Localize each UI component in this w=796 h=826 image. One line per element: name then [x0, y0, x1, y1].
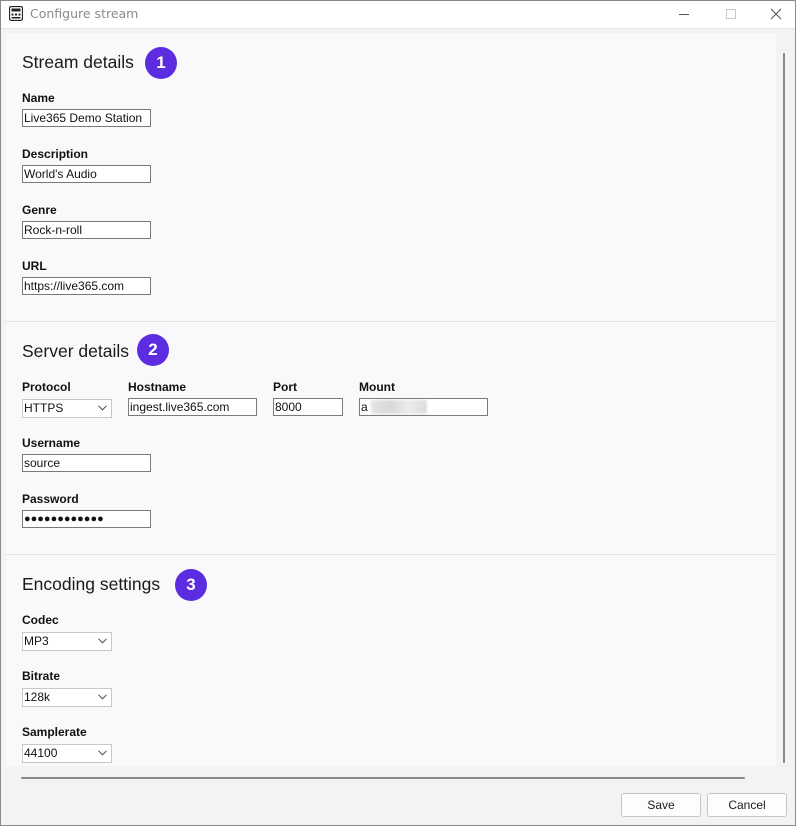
protocol-value: HTTPS	[24, 401, 64, 415]
port-input[interactable]: 8000	[273, 398, 343, 416]
url-input[interactable]: https://live365.com	[22, 277, 151, 295]
genre-label: Genre	[22, 203, 57, 217]
protocol-label: Protocol	[22, 380, 71, 394]
codec-label: Codec	[22, 613, 59, 627]
maximize-button[interactable]	[707, 1, 753, 28]
close-button[interactable]	[753, 1, 795, 28]
horizontal-scrollbar[interactable]	[6, 767, 776, 781]
horizontal-scrollbar-thumb[interactable]	[21, 777, 745, 779]
title-bar[interactable]: Configure stream	[1, 1, 795, 29]
encoding-settings-heading: Encoding settings	[22, 574, 161, 594]
samplerate-select[interactable]: 44100	[22, 744, 112, 763]
mount-value: a	[361, 400, 368, 414]
samplerate-label: Samplerate	[22, 725, 87, 739]
cancel-button[interactable]: Cancel	[707, 793, 787, 817]
protocol-select[interactable]: HTTPS	[22, 399, 112, 418]
section-divider-1	[6, 321, 776, 322]
step-badge-1: 1	[145, 47, 177, 79]
username-input[interactable]: source	[22, 454, 151, 472]
password-label: Password	[22, 492, 79, 506]
chevron-down-icon	[98, 694, 107, 700]
mount-label: Mount	[359, 380, 395, 394]
vertical-scrollbar[interactable]	[779, 33, 793, 766]
window-title: Configure stream	[30, 6, 139, 21]
hostname-input[interactable]: ingest.live365.com	[128, 398, 257, 416]
genre-input[interactable]: Rock-n-roll	[22, 221, 151, 239]
bitrate-select[interactable]: 128k	[22, 688, 112, 707]
bitrate-value: 128k	[24, 690, 51, 704]
samplerate-value: 44100	[24, 746, 58, 760]
settings-panel: Stream details 1 Name Live365 Demo Stati…	[6, 33, 776, 766]
dialog-footer: Save Cancel	[1, 785, 795, 825]
chevron-down-icon	[98, 405, 107, 411]
name-label: Name	[22, 91, 55, 105]
hostname-label: Hostname	[128, 380, 187, 394]
bitrate-label: Bitrate	[22, 669, 61, 683]
minimize-icon	[679, 14, 689, 15]
mount-input[interactable]: a	[359, 398, 488, 416]
codec-select[interactable]: MP3	[22, 632, 112, 651]
chevron-down-icon	[98, 638, 107, 644]
configure-stream-window: Configure stream Stream details 1 Name L…	[0, 0, 796, 826]
url-label: URL	[22, 259, 47, 273]
description-input[interactable]: World's Audio	[22, 165, 151, 183]
app-window-icon	[9, 6, 23, 21]
chevron-down-icon	[98, 750, 107, 756]
step-badge-3: 3	[175, 569, 207, 601]
step-badge-2: 2	[137, 334, 169, 366]
username-label: Username	[22, 436, 81, 450]
codec-value: MP3	[24, 634, 49, 648]
server-details-heading: Server details	[22, 341, 129, 361]
section-divider-2	[6, 554, 776, 555]
port-label: Port	[273, 380, 297, 394]
vertical-scrollbar-thumb[interactable]	[783, 53, 785, 763]
save-button[interactable]: Save	[621, 793, 701, 817]
redacted-mount-text	[371, 400, 427, 414]
description-label: Description	[22, 147, 89, 161]
maximize-icon	[726, 9, 736, 19]
password-input[interactable]: ●●●●●●●●●●●●	[22, 510, 151, 528]
stream-details-heading: Stream details	[22, 52, 134, 72]
name-input[interactable]: Live365 Demo Station	[22, 109, 151, 127]
minimize-button[interactable]	[661, 1, 707, 28]
close-icon	[770, 8, 782, 20]
